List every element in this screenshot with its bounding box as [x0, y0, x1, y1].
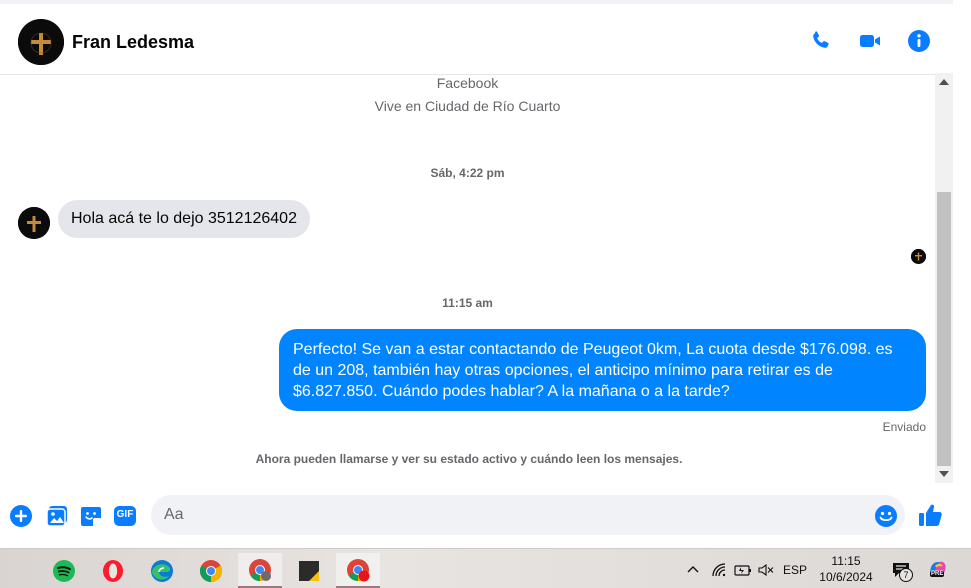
wifi-icon[interactable] [710, 561, 728, 579]
battery-icon[interactable] [733, 561, 753, 579]
gif-icon[interactable]: GIF [113, 504, 137, 528]
volume-muted-icon[interactable] [757, 561, 775, 579]
message-timestamp: 11:15 am [442, 296, 493, 310]
chrome-red-icon[interactable] [336, 553, 380, 588]
input-language[interactable]: ESP [780, 561, 810, 579]
profile-source: Facebook [436, 75, 499, 91]
show-hidden-icons-icon[interactable] [684, 561, 702, 579]
chat-scrollbar[interactable] [935, 73, 953, 483]
sticker-icon[interactable] [79, 504, 103, 528]
video-call-icon[interactable] [857, 28, 883, 54]
message-timestamp: Sáb, 4:22 pm [430, 166, 505, 180]
gif-label: GIF [116, 509, 134, 520]
conversation-info-icon[interactable] [906, 28, 932, 54]
message-composer: GIF [0, 488, 971, 546]
notifications-icon[interactable]: 7 [888, 558, 914, 582]
windows-taskbar: ESP 11:15 10/6/2024 7 PRE [0, 548, 971, 588]
incoming-message[interactable]: Hola acá te lo dejo 3512126402 [58, 200, 310, 238]
contact-avatar[interactable] [18, 19, 64, 65]
outgoing-message[interactable]: Perfecto! Se van a estar contactando de … [279, 329, 926, 411]
message-input[interactable] [151, 495, 905, 535]
sender-avatar[interactable] [18, 207, 50, 239]
preview-badge: PRE [930, 571, 945, 577]
notification-count-badge: 7 [899, 568, 913, 582]
clock-time: 11:15 [831, 554, 861, 568]
seen-receipt-avatar [911, 249, 926, 264]
scroll-down-arrow-icon[interactable] [939, 471, 949, 477]
photo-icon[interactable] [45, 504, 69, 528]
copilot-icon[interactable]: PRE [926, 557, 950, 581]
phone-call-icon[interactable] [808, 28, 834, 54]
sticky-notes-icon[interactable] [287, 553, 331, 588]
like-icon[interactable] [918, 502, 944, 528]
clock-date: 10/6/2024 [819, 570, 873, 584]
call-privacy-notice: Ahora pueden llamarse y ver su estado ac… [255, 452, 683, 466]
chrome-icon[interactable] [189, 553, 233, 588]
emoji-icon[interactable] [874, 504, 898, 528]
scroll-up-arrow-icon[interactable] [939, 79, 949, 85]
contact-name[interactable]: Fran Ledesma [72, 32, 194, 53]
chat-header: Fran Ledesma [0, 0, 953, 75]
scroll-thumb[interactable] [937, 192, 951, 466]
profile-location: Vive en Ciudad de Río Cuarto [374, 98, 561, 114]
system-clock[interactable]: 11:15 10/6/2024 [808, 553, 884, 585]
spotify-icon[interactable] [42, 553, 86, 588]
sent-status: Enviado [882, 420, 926, 434]
chrome-profile-icon[interactable] [238, 553, 282, 588]
opera-icon[interactable] [91, 553, 135, 588]
edge-icon[interactable] [140, 553, 184, 588]
add-icon[interactable] [9, 504, 33, 528]
